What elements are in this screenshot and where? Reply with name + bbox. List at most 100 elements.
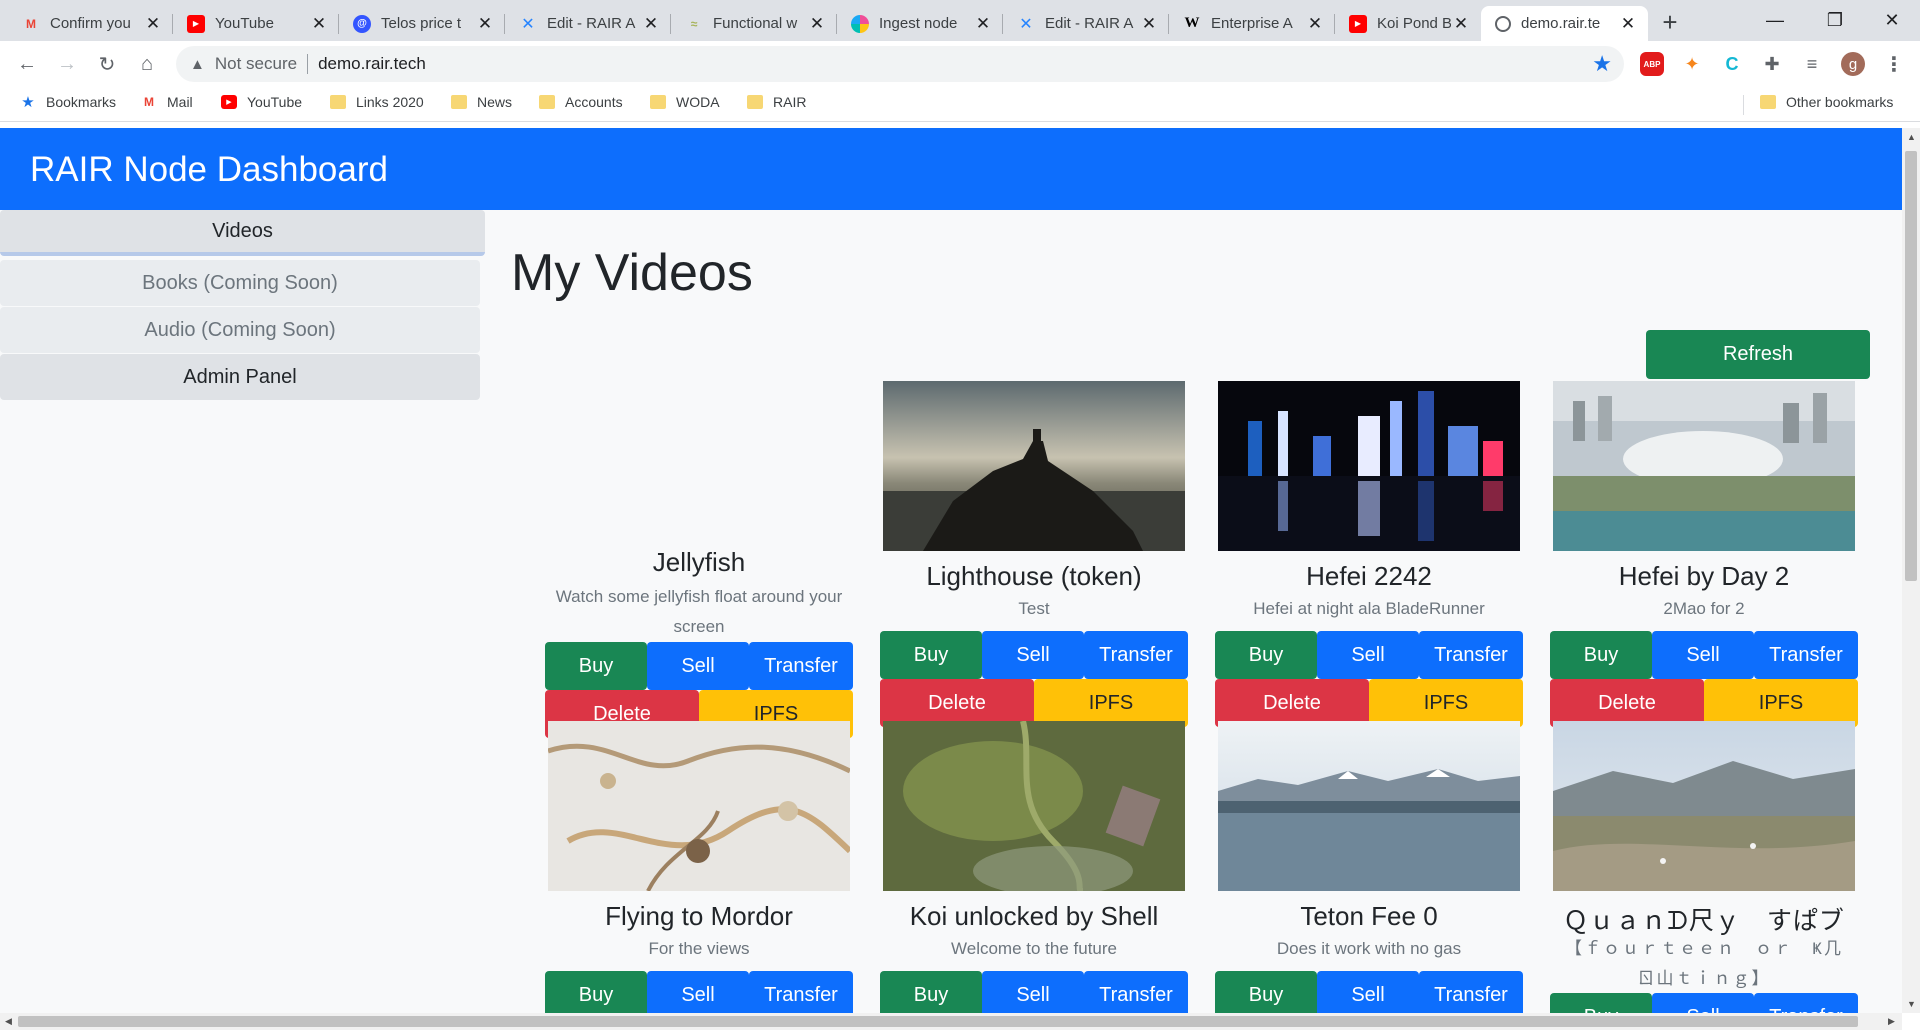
browser-tab[interactable]: W Enterprise A ✕ [1169,6,1335,41]
transfer-button[interactable]: Transfer [1084,971,1188,1013]
extensions-puzzle-icon[interactable]: ✚ [1760,52,1784,76]
bookmark-folder[interactable]: Accounts [539,94,623,110]
close-icon[interactable]: ✕ [807,14,827,34]
close-icon[interactable]: ✕ [1305,14,1325,34]
nav-audio[interactable]: Audio (Coming Soon) [0,307,480,353]
transfer-button[interactable]: Transfer [749,642,853,690]
other-bookmarks[interactable]: Other bookmarks [1760,94,1893,110]
gmail-icon: M [26,16,36,31]
transfer-button[interactable]: Transfer [749,971,853,1013]
scroll-right-icon[interactable]: ▶ [1888,1016,1895,1027]
menu-kebab-icon[interactable]: ⋮ [1882,52,1906,76]
buy-button[interactable]: Buy [880,971,982,1013]
sell-button[interactable]: Sell [982,971,1084,1013]
browser-tab[interactable]: ≈ Functional w ✕ [671,6,837,41]
bookmark-folder[interactable]: News [451,94,512,110]
close-icon[interactable]: ✕ [475,14,495,34]
buy-button[interactable]: Buy [880,631,982,679]
scroll-up-icon[interactable]: ▲ [1907,132,1916,142]
adblock-icon[interactable]: ABP [1640,52,1664,76]
close-icon[interactable]: ✕ [1139,14,1159,34]
close-icon[interactable]: ✕ [143,14,163,34]
buy-button[interactable]: Buy [545,642,647,690]
sell-button[interactable]: Sell [647,642,749,690]
forward-icon[interactable]: → [52,49,82,79]
buy-button[interactable]: Buy [1215,971,1317,1013]
delete-button[interactable]: Delete [1215,679,1369,727]
horizontal-scrollbar[interactable]: ◀ ▶ [0,1013,1902,1030]
delete-button[interactable]: Delete [880,679,1034,727]
close-icon[interactable]: ✕ [1618,14,1638,34]
browser-tab[interactable]: Ingest node ✕ [837,6,1003,41]
buy-button[interactable]: Buy [1215,631,1317,679]
browser-tab[interactable]: ✕ Edit - RAIR A ✕ [505,6,671,41]
close-icon[interactable]: ✕ [641,14,661,34]
nav-admin-panel[interactable]: Admin Panel [0,354,480,400]
bookmark-folder[interactable]: Links 2020 [330,94,424,110]
sell-button[interactable]: Sell [1652,631,1754,679]
browser-tab[interactable]: M Confirm you ✕ [8,6,173,41]
close-icon[interactable]: ✕ [973,14,993,34]
video-thumbnail[interactable] [883,721,1185,891]
confluence-icon: ✕ [521,15,535,33]
nav-books[interactable]: Books (Coming Soon) [0,260,480,306]
browser-tab[interactable]: ▶ Koi Pond Ba ✕ [1335,6,1481,41]
sell-button[interactable]: Sell [982,631,1084,679]
browser-tab[interactable]: @ Telos price t ✕ [339,6,505,41]
video-thumbnail[interactable] [1218,381,1520,551]
ipfs-button[interactable]: IPFS [1369,679,1523,727]
browser-tab[interactable]: ▶ YouTube ✕ [173,6,339,41]
media-control-icon[interactable]: ≡ [1800,52,1824,76]
url-text[interactable]: demo.rair.tech [318,54,426,74]
reload-icon[interactable]: ↻ [92,49,122,79]
transfer-button[interactable]: Transfer [1084,631,1188,679]
address-bar[interactable]: ▲ Not secure demo.rair.tech ★ [176,46,1624,82]
new-tab-icon[interactable]: + [1655,8,1685,38]
sell-button[interactable]: Sell [1652,993,1754,1013]
restore-icon[interactable]: ❐ [1805,0,1865,41]
sell-button[interactable]: Sell [1317,971,1419,1013]
close-icon[interactable]: ✕ [1451,14,1471,34]
nav-videos[interactable]: Videos [0,210,485,256]
vertical-scroll-thumb[interactable] [1905,151,1917,581]
bookmark-item[interactable]: ▶ YouTube [221,94,302,110]
transfer-button[interactable]: Transfer [1419,631,1523,679]
transfer-button[interactable]: Transfer [1419,971,1523,1013]
buy-button[interactable]: Buy [1550,993,1652,1013]
ipfs-button[interactable]: IPFS [1034,679,1188,727]
vertical-scrollbar[interactable]: ▲ ▼ [1902,128,1920,1013]
browser-tab-active[interactable]: demo.rair.te ✕ [1481,6,1648,41]
ipfs-button[interactable]: IPFS [1704,679,1858,727]
transfer-button[interactable]: Transfer [1754,993,1858,1013]
video-thumbnail[interactable] [1218,721,1520,891]
video-thumbnail[interactable] [1553,721,1855,891]
buy-button[interactable]: Buy [545,971,647,1013]
video-thumbnail[interactable] [548,721,850,891]
refresh-button[interactable]: Refresh [1646,330,1870,379]
sell-button[interactable]: Sell [647,971,749,1013]
bookmark-folder[interactable]: RAIR [747,94,806,110]
extension-c-icon[interactable]: C [1720,52,1744,76]
bookmark-item[interactable]: M Mail [141,94,193,110]
minimize-icon[interactable]: — [1745,0,1805,41]
bookmark-label: Accounts [565,94,623,110]
video-thumbnail[interactable] [883,381,1185,551]
horizontal-scroll-thumb[interactable] [18,1016,1858,1027]
avatar[interactable]: g [1841,52,1865,76]
back-icon[interactable]: ← [12,49,42,79]
browser-tab[interactable]: ✕ Edit - RAIR A ✕ [1003,6,1169,41]
scroll-left-icon[interactable]: ◀ [5,1016,12,1027]
metamask-icon[interactable]: ✦ [1680,52,1704,76]
close-window-icon[interactable]: ✕ [1862,0,1920,41]
bookmark-folder[interactable]: WODA [650,94,720,110]
buy-button[interactable]: Buy [1550,631,1652,679]
home-icon[interactable]: ⌂ [132,49,162,79]
sell-button[interactable]: Sell [1317,631,1419,679]
close-icon[interactable]: ✕ [309,14,329,34]
bookmark-star-icon[interactable]: ★ [1592,51,1612,77]
delete-button[interactable]: Delete [1550,679,1704,727]
video-thumbnail[interactable] [1553,381,1855,551]
scroll-down-icon[interactable]: ▼ [1907,999,1916,1009]
transfer-button[interactable]: Transfer [1754,631,1858,679]
bookmark-item[interactable]: ★ Bookmarks [20,94,116,111]
